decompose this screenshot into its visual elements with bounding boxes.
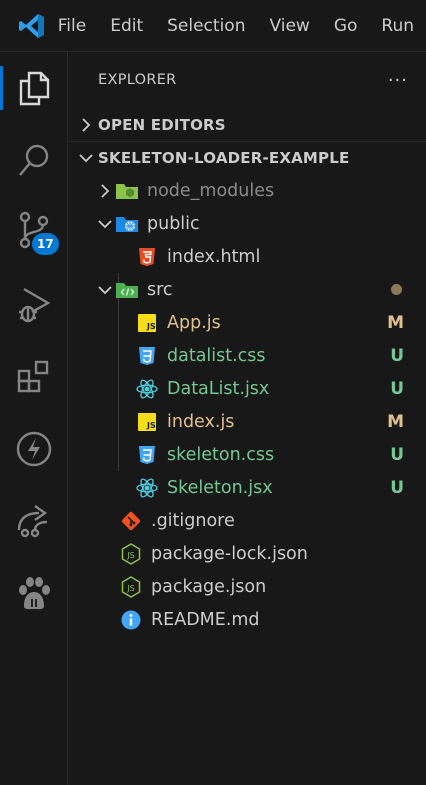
menu-edit[interactable]: Edit (98, 0, 155, 52)
src-folder-icon (115, 278, 139, 302)
nodejs-file-icon: JS (119, 542, 143, 566)
react-file-icon (135, 377, 159, 401)
svg-text:JS: JS (126, 551, 134, 560)
remote-button[interactable] (0, 489, 68, 549)
modified-dot-icon (391, 284, 402, 295)
tree-label: src (147, 279, 173, 300)
run-debug-button[interactable] (0, 274, 68, 334)
git-status-badge: U (390, 444, 404, 465)
tree-label: skeleton.css (167, 444, 275, 465)
tree-label: README.md (151, 609, 260, 630)
node-folder-icon (115, 179, 139, 203)
tree-file-readme-md[interactable]: README.md (69, 603, 426, 636)
chevron-down-icon (95, 219, 115, 229)
files-icon (19, 71, 50, 106)
tree-folder-node-modules[interactable]: node_modules (69, 174, 426, 207)
project-section[interactable]: SKELETON-LOADER-EXAMPLE (69, 141, 426, 174)
menu-view[interactable]: View (257, 0, 321, 52)
css-file-icon (135, 344, 159, 368)
paw-icon (19, 577, 50, 610)
tree-file-package-lock-json[interactable]: JS package-lock.json (69, 537, 426, 570)
explorer-title: EXPLORER (98, 72, 177, 88)
git-status-badge: M (387, 312, 404, 333)
scm-badge: 17 (32, 233, 59, 255)
chevron-right-icon (69, 117, 98, 132)
git-status-badge: U (390, 477, 404, 498)
tree-label: App.js (167, 312, 221, 333)
extensions-icon (17, 360, 49, 393)
explorer-button[interactable] (0, 58, 68, 118)
git-status-badge: M (387, 411, 404, 432)
tree-file-index-html[interactable]: index.html (69, 240, 426, 273)
file-tree: node_modules public index.html src JS Ap… (69, 174, 426, 636)
tree-label: datalist.css (167, 345, 266, 366)
project-label: SKELETON-LOADER-EXAMPLE (98, 149, 350, 167)
lightning-icon (16, 431, 52, 467)
search-icon (19, 144, 49, 176)
tree-file-datalist-jsx[interactable]: DataList.jsx U (69, 372, 426, 405)
tree-label: public (147, 213, 200, 234)
tree-label: package-lock.json (151, 543, 308, 564)
git-file-icon (119, 509, 143, 533)
tree-file-skeleton-css[interactable]: skeleton.css U (69, 438, 426, 471)
menu-file[interactable]: File (58, 0, 98, 52)
svg-text:JS: JS (146, 421, 156, 430)
tree-label: Skeleton.jsx (167, 477, 273, 498)
svg-text:JS: JS (146, 322, 156, 331)
more-actions-icon[interactable]: ··· (388, 70, 408, 91)
tree-file-index-js[interactable]: JS index.js M (69, 405, 426, 438)
menu-run[interactable]: Run (369, 0, 426, 52)
tree-file-skeleton-jsx[interactable]: Skeleton.jsx U (69, 471, 426, 504)
info-file-icon (119, 608, 143, 632)
tree-label: DataList.jsx (167, 378, 270, 399)
tree-label: .gitignore (151, 510, 235, 531)
paw-extension-button[interactable] (0, 564, 68, 624)
tree-label: package.json (151, 576, 267, 597)
vscode-logo-icon (0, 0, 64, 52)
tree-label: index.html (167, 246, 261, 267)
html-file-icon (135, 245, 159, 269)
chevron-right-icon (95, 183, 115, 198)
chevron-down-icon (69, 153, 98, 163)
open-editors-section[interactable]: OPEN EDITORS (69, 108, 426, 141)
search-button[interactable] (0, 131, 68, 191)
tree-file-gitignore[interactable]: .gitignore (69, 504, 426, 537)
explorer-sidebar: EXPLORER ··· OPEN EDITORS SKELETON-LOADE… (69, 52, 426, 785)
git-status-badge: U (390, 345, 404, 366)
title-bar: File Edit Selection View Go Run (0, 0, 426, 52)
tree-label: node_modules (147, 180, 275, 201)
chevron-down-icon (95, 285, 115, 295)
menu-go[interactable]: Go (322, 0, 370, 52)
tree-label: index.js (167, 411, 235, 432)
tree-file-package-json[interactable]: JS package.json (69, 570, 426, 603)
nodejs-file-icon: JS (119, 575, 143, 599)
thunder-client-button[interactable] (0, 419, 68, 479)
public-folder-icon (115, 212, 139, 236)
explorer-header: EXPLORER ··· (69, 52, 426, 108)
tree-file-app-js[interactable]: JS App.js M (69, 306, 426, 339)
react-file-icon (135, 476, 159, 500)
extensions-button[interactable] (0, 347, 68, 407)
share-icon (17, 505, 48, 538)
source-control-button[interactable]: 17 (0, 200, 68, 260)
js-file-icon: JS (135, 410, 159, 434)
tree-folder-public[interactable]: public (69, 207, 426, 240)
tree-file-datalist-css[interactable]: datalist.css U (69, 339, 426, 372)
activity-bar: 17 (0, 52, 68, 785)
js-file-icon: JS (135, 311, 159, 335)
menu-selection[interactable]: Selection (155, 0, 257, 52)
git-status-badge: U (390, 378, 404, 399)
svg-text:JS: JS (126, 584, 134, 593)
run-debug-icon (19, 287, 51, 323)
open-editors-label: OPEN EDITORS (98, 115, 226, 134)
tree-folder-src[interactable]: src (69, 273, 426, 306)
css-file-icon (135, 443, 159, 467)
